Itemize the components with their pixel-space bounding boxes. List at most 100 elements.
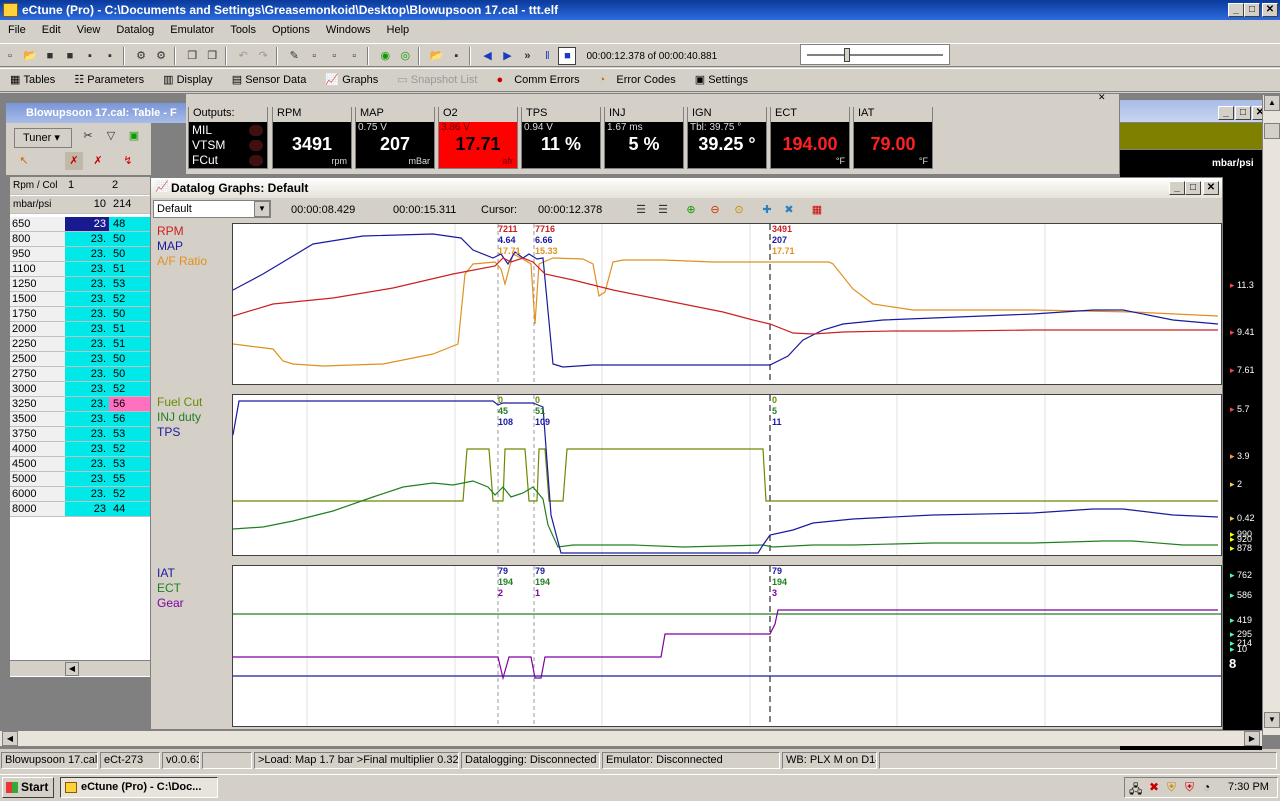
table-cell[interactable]: 50 — [109, 352, 150, 367]
start-button[interactable]: Start — [2, 777, 54, 798]
align-right-icon[interactable]: ☰ — [654, 201, 672, 219]
table-cell[interactable]: 48 — [109, 217, 150, 232]
main-hscrollbar[interactable]: ◀ ▶ — [0, 730, 1262, 746]
redo-icon[interactable]: ↷ — [254, 47, 272, 65]
table-cell[interactable]: 56 — [109, 397, 150, 412]
open-icon[interactable]: 📂 — [21, 47, 39, 65]
table-cell[interactable]: 23. — [65, 277, 109, 292]
log-position-slider[interactable] — [800, 44, 950, 65]
graphs-tab[interactable]: 📈 Graphs — [325, 69, 386, 91]
table-cell[interactable]: 23. — [65, 427, 109, 442]
zoom-out-icon[interactable]: ⊖ — [706, 201, 724, 219]
fast-forward-icon[interactable]: » — [518, 47, 536, 65]
close-button[interactable]: ✕ — [1262, 3, 1278, 17]
table-cell[interactable]: 23. — [65, 457, 109, 472]
pen-icon[interactable]: ✎ — [285, 47, 303, 65]
tables-tab[interactable]: ▦ Tables — [10, 69, 63, 91]
right-vscrollbar[interactable]: ▲ ▼ — [1262, 95, 1280, 735]
pause-icon[interactable]: ‖ — [538, 47, 556, 65]
network-error-icon[interactable]: ✖ — [1149, 780, 1159, 794]
graph-close-button[interactable]: ✕ — [1203, 181, 1219, 195]
stop-icon[interactable]: ■ — [558, 47, 577, 65]
menu-emulator[interactable]: Emulator — [162, 20, 222, 41]
minimize-button[interactable]: _ — [1228, 3, 1244, 17]
table-cell[interactable]: 53 — [109, 457, 150, 472]
refresh-icon[interactable]: ◎ — [396, 47, 414, 65]
upload-icon[interactable]: ▫ — [305, 47, 323, 65]
table-cell[interactable]: 53 — [109, 427, 150, 442]
menu-file[interactable]: File — [0, 20, 34, 41]
table-cell[interactable]: 51 — [109, 337, 150, 352]
add-graph-icon[interactable]: ✚ — [758, 201, 776, 219]
table-cell[interactable]: 23. — [65, 307, 109, 322]
table-cell[interactable]: 23. — [65, 487, 109, 502]
display-close-icon[interactable]: ✕ — [1098, 93, 1114, 103]
zoom-fit-icon[interactable]: ⊙ — [730, 201, 748, 219]
table-cell[interactable]: 23. — [65, 382, 109, 397]
tool-filter-icon[interactable]: ▽ — [102, 127, 120, 145]
next-icon[interactable]: ▶ — [498, 47, 516, 65]
snapshot-list-tab[interactable]: ▭ Snapshot List — [397, 69, 485, 91]
table-cell[interactable]: 23. — [65, 232, 109, 247]
table-cell[interactable]: 52 — [109, 382, 150, 397]
table-cell[interactable]: 23. — [65, 322, 109, 337]
table-cell[interactable]: 52 — [109, 292, 150, 307]
scroll-thumb[interactable] — [1264, 123, 1280, 139]
tuner-dropdown[interactable]: Tuner ▾ — [14, 128, 72, 148]
table-hscrollbar[interactable]: ◀ — [10, 660, 150, 676]
save-as-icon[interactable]: ■ — [61, 47, 79, 65]
scroll-left-icon[interactable]: ◀ — [65, 662, 79, 676]
menu-datalog[interactable]: Datalog — [108, 20, 162, 41]
copy-icon[interactable]: ❐ — [183, 47, 201, 65]
tool-table-icon[interactable]: ▣ — [125, 127, 143, 145]
taskbar-ectune-button[interactable]: eCtune (Pro) - C:\Doc... — [60, 777, 218, 798]
table-cell[interactable]: 23. — [65, 352, 109, 367]
close-file-icon[interactable]: ▪ — [81, 47, 99, 65]
connect-icon[interactable]: ◉ — [376, 47, 394, 65]
slider-thumb[interactable] — [844, 48, 850, 62]
graph-min-button[interactable]: _ — [1169, 181, 1185, 195]
close-log-icon[interactable]: ▪ — [447, 47, 465, 65]
table-cell[interactable]: 23. — [65, 412, 109, 427]
table-cell[interactable]: 50 — [109, 232, 150, 247]
paste-icon[interactable]: ❐ — [203, 47, 221, 65]
zoom-in-icon[interactable]: ⊕ — [682, 201, 700, 219]
settings-tab[interactable]: ▣ Settings — [695, 69, 756, 91]
iat-ect-gear-plot[interactable]: 79 194 2 79 194 1 79 194 3 — [232, 565, 1222, 727]
table-cell[interactable]: 51 — [109, 262, 150, 277]
table-cell[interactable]: 44 — [109, 502, 150, 517]
graph-settings-icon[interactable]: ▦ — [808, 201, 826, 219]
table-cell[interactable]: 50 — [109, 367, 150, 382]
download-icon[interactable]: ▫ — [325, 47, 343, 65]
save-icon[interactable]: ■ — [41, 47, 59, 65]
table-cell[interactable]: 51 — [109, 322, 150, 337]
right-min-button[interactable]: _ — [1218, 106, 1234, 120]
tool-scissors-icon[interactable]: ✂ — [79, 127, 97, 145]
table-cell[interactable]: 23. — [65, 337, 109, 352]
table-cell[interactable]: 52 — [109, 442, 150, 457]
tool-arrow-icon[interactable]: ↖ — [15, 152, 33, 170]
graph-max-button[interactable]: □ — [1185, 181, 1201, 195]
menu-view[interactable]: View — [69, 20, 109, 41]
scroll-down-icon[interactable]: ▼ — [1264, 712, 1280, 728]
table-cell[interactable]: 23. — [65, 472, 109, 487]
antivirus-icon[interactable]: ⛨ — [1185, 780, 1194, 795]
menu-tools[interactable]: Tools — [222, 20, 264, 41]
menu-edit[interactable]: Edit — [34, 20, 69, 41]
gear2-icon[interactable]: ⚙ — [152, 47, 170, 65]
network-icon[interactable]: 🖧 — [1129, 780, 1142, 801]
maximize-button[interactable]: □ — [1244, 3, 1260, 17]
table-cell[interactable]: 23. — [65, 442, 109, 457]
export-icon[interactable]: ▪ — [101, 47, 119, 65]
security-shield-icon[interactable]: ⛨ — [1167, 780, 1176, 795]
hscroll-right-icon[interactable]: ▶ — [1244, 731, 1260, 746]
menu-windows[interactable]: Windows — [318, 20, 379, 41]
table-cell[interactable]: 50 — [109, 307, 150, 322]
open-log-icon[interactable]: 📂 — [427, 47, 445, 65]
hscroll-left-icon[interactable]: ◀ — [2, 731, 18, 746]
table-cell[interactable]: 55 — [109, 472, 150, 487]
table-cell[interactable]: 23. — [65, 262, 109, 277]
settings-icon[interactable]: ⚙ — [132, 47, 150, 65]
menu-help[interactable]: Help — [379, 20, 418, 41]
parameters-tab[interactable]: ☷ Parameters — [74, 69, 152, 91]
